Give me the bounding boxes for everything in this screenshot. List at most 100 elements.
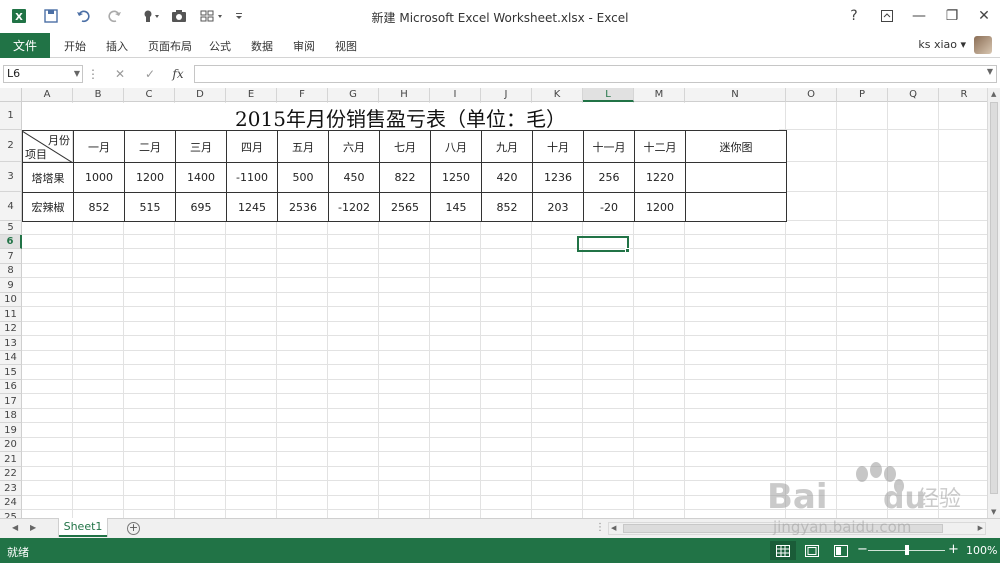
zoom-slider-thumb[interactable] xyxy=(904,545,909,555)
page-break-preview-icon[interactable] xyxy=(828,541,854,560)
tab-file[interactable]: 文件 xyxy=(0,33,50,58)
column-header-j[interactable]: J xyxy=(481,88,532,102)
value-cell[interactable]: 1200 xyxy=(635,193,685,221)
month-header-cell[interactable]: 四月 xyxy=(227,131,277,162)
form-controls-icon[interactable] xyxy=(199,7,225,25)
row-header-20[interactable]: 20 xyxy=(0,438,22,452)
column-header-o[interactable]: O xyxy=(786,88,837,102)
tab-page-layout[interactable]: 页面布局 xyxy=(148,38,192,54)
row-header-2[interactable]: 2 xyxy=(0,130,22,162)
horizontal-scroll-thumb[interactable] xyxy=(623,524,943,533)
vertical-scrollbar[interactable]: ▲ ▼ xyxy=(987,88,1000,518)
horizontal-scrollbar[interactable]: ◀ ▶ xyxy=(608,522,986,535)
month-header-cell[interactable]: 十二月 xyxy=(635,131,685,162)
row-header-9[interactable]: 9 xyxy=(0,278,22,293)
value-cell[interactable]: 1200 xyxy=(125,163,175,192)
column-header-m[interactable]: M xyxy=(634,88,685,102)
help-button[interactable]: ? xyxy=(841,6,867,26)
row-header-22[interactable]: 22 xyxy=(0,467,22,481)
add-sheet-icon[interactable]: + xyxy=(127,522,140,535)
value-cell[interactable]: 1000 xyxy=(74,163,124,192)
row-header-4[interactable]: 4 xyxy=(0,192,22,221)
column-header-n[interactable]: N xyxy=(685,88,786,102)
row-header-8[interactable]: 8 xyxy=(0,264,22,278)
month-header-cell[interactable]: 十一月 xyxy=(584,131,634,162)
scroll-down-icon[interactable]: ▼ xyxy=(991,508,996,516)
item-name-cell[interactable]: 宏辣椒 xyxy=(23,193,73,221)
value-cell[interactable]: -1100 xyxy=(227,163,277,192)
row-header-5[interactable]: 5 xyxy=(0,221,22,235)
user-account[interactable]: ks xiao ▾ xyxy=(918,38,966,51)
insert-function-icon[interactable]: fx xyxy=(168,66,188,82)
value-cell[interactable]: 203 xyxy=(533,193,583,221)
value-cell[interactable]: -20 xyxy=(584,193,634,221)
value-cell[interactable]: 1250 xyxy=(431,163,481,192)
row-header-21[interactable]: 21 xyxy=(0,452,22,467)
column-header-f[interactable]: F xyxy=(277,88,328,102)
scroll-left-icon[interactable]: ◀ xyxy=(611,524,616,532)
tab-split-handle-icon[interactable]: ⋮ xyxy=(595,522,605,533)
column-header-g[interactable]: G xyxy=(328,88,379,102)
row-header-14[interactable]: 14 xyxy=(0,351,22,365)
row-header-11[interactable]: 11 xyxy=(0,307,22,322)
value-cell[interactable]: 1236 xyxy=(533,163,583,192)
touch-mode-icon[interactable] xyxy=(140,7,162,25)
column-header-r[interactable]: R xyxy=(939,88,987,102)
zoom-out-button[interactable]: − xyxy=(857,542,868,557)
tab-review[interactable]: 审阅 xyxy=(293,38,315,54)
cancel-entry-icon[interactable]: ✕ xyxy=(112,66,128,82)
minimize-button[interactable]: — xyxy=(906,6,932,26)
month-header-cell[interactable]: 十月 xyxy=(533,131,583,162)
value-cell[interactable]: -1202 xyxy=(329,193,379,221)
value-cell[interactable]: 256 xyxy=(584,163,634,192)
zoom-level[interactable]: 100% xyxy=(966,544,997,557)
scroll-up-icon[interactable]: ▲ xyxy=(991,90,996,98)
prev-sheet-icon[interactable]: ◀ xyxy=(12,523,18,532)
tab-data[interactable]: 数据 xyxy=(251,38,273,54)
ribbon-display-options-button[interactable] xyxy=(874,6,900,26)
value-cell[interactable]: 1245 xyxy=(227,193,277,221)
month-header-cell[interactable]: 七月 xyxy=(380,131,430,162)
normal-view-icon[interactable] xyxy=(770,541,796,560)
column-header-k[interactable]: K xyxy=(532,88,583,102)
value-cell[interactable]: 145 xyxy=(431,193,481,221)
month-header-cell[interactable]: 一月 xyxy=(74,131,124,162)
undo-icon[interactable] xyxy=(74,7,92,25)
row-header-16[interactable]: 16 xyxy=(0,380,22,394)
active-cell[interactable] xyxy=(577,236,629,252)
row-header-10[interactable]: 10 xyxy=(0,293,22,307)
next-sheet-icon[interactable]: ▶ xyxy=(30,523,36,532)
value-cell[interactable]: 420 xyxy=(482,163,532,192)
month-header-cell[interactable]: 八月 xyxy=(431,131,481,162)
column-header-a[interactable]: A xyxy=(22,88,73,102)
value-cell[interactable]: 450 xyxy=(329,163,379,192)
page-layout-view-icon[interactable] xyxy=(799,541,825,560)
value-cell[interactable]: 852 xyxy=(482,193,532,221)
row-header-18[interactable]: 18 xyxy=(0,409,22,423)
value-cell[interactable]: 500 xyxy=(278,163,328,192)
avatar[interactable] xyxy=(974,36,992,54)
row-header-12[interactable]: 12 xyxy=(0,322,22,336)
column-header-i[interactable]: I xyxy=(430,88,481,102)
expand-formula-bar-icon[interactable]: ▼ xyxy=(987,67,993,76)
sparkline-cell[interactable] xyxy=(686,163,786,192)
sparkline-cell[interactable] xyxy=(686,193,786,221)
column-header-d[interactable]: D xyxy=(175,88,226,102)
diagonal-header-cell[interactable]: 月份 项目 xyxy=(22,131,73,163)
tab-home[interactable]: 开始 xyxy=(64,38,86,54)
row-header-24[interactable]: 24 xyxy=(0,496,22,510)
column-header-b[interactable]: B xyxy=(73,88,124,102)
column-header-c[interactable]: C xyxy=(124,88,175,102)
tab-view[interactable]: 视图 xyxy=(335,38,357,54)
row-header-17[interactable]: 17 xyxy=(0,394,22,409)
month-header-cell[interactable]: 二月 xyxy=(125,131,175,162)
scroll-right-icon[interactable]: ▶ xyxy=(978,524,983,532)
camera-icon[interactable] xyxy=(170,7,188,25)
formula-input[interactable]: ▼ xyxy=(194,65,997,83)
chevron-down-icon[interactable]: ▼ xyxy=(74,66,80,82)
fill-handle[interactable] xyxy=(625,248,630,253)
excel-logo-icon[interactable]: X xyxy=(10,7,28,25)
select-all-button[interactable] xyxy=(0,88,22,102)
value-cell[interactable]: 1400 xyxy=(176,163,226,192)
row-header-6[interactable]: 6 xyxy=(0,235,22,249)
